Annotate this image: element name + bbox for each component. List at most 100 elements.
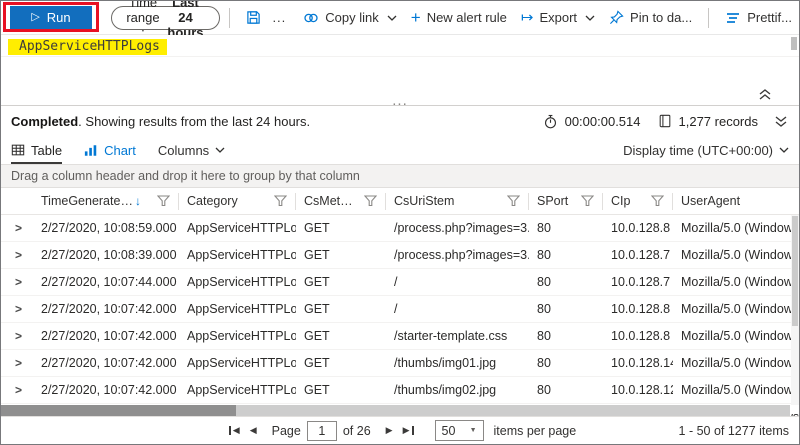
group-by-drop-zone[interactable]: Drag a column header and drop it here to… xyxy=(1,164,799,188)
editor-scrollbar-thumb[interactable] xyxy=(791,37,797,50)
column-header-cip[interactable]: CIp xyxy=(603,193,673,210)
prev-icon: ◀ xyxy=(250,425,257,436)
column-header-sport[interactable]: SPort xyxy=(529,193,603,210)
time-range-button[interactable]: Time range : Last 24 hours xyxy=(111,6,220,30)
query-line[interactable]: AppServiceHTTPLogs xyxy=(1,35,799,57)
table-row[interactable]: > 2/27/2020, 10:07:44.000 PM AppServiceH… xyxy=(1,269,799,296)
filter-icon[interactable] xyxy=(274,195,287,207)
tab-table[interactable]: Table xyxy=(11,136,62,164)
prev-icon: ◀ xyxy=(233,425,240,436)
cell-csmethod: GET xyxy=(296,302,386,316)
prettify-button[interactable]: Prettif... xyxy=(718,4,799,32)
table-row[interactable]: > 2/27/2020, 10:08:59.000 PM AppServiceH… xyxy=(1,215,799,242)
chevron-down-icon xyxy=(585,15,595,21)
previous-page-button[interactable]: ◀ xyxy=(245,423,262,438)
table-row[interactable]: > 2/27/2020, 10:08:39.000 PM AppServiceH… xyxy=(1,242,799,269)
copy-link-button[interactable]: Copy link xyxy=(296,4,403,32)
time-range-label: Time range : xyxy=(125,0,161,40)
pin-to-dashboard-label: Pin to da... xyxy=(630,10,692,25)
cell-useragent: Mozilla/5.0 (Windows N xyxy=(673,356,799,370)
table-row[interactable]: > 2/27/2020, 10:07:42.000 PM AppServiceH… xyxy=(1,323,799,350)
editor-scrollbar[interactable] xyxy=(791,37,798,101)
expand-results-button[interactable] xyxy=(773,114,789,129)
row-expander-icon[interactable]: > xyxy=(1,248,33,262)
cell-category: AppServiceHTTPLogs xyxy=(179,248,296,262)
export-button[interactable]: ↦ Export xyxy=(514,4,602,32)
plus-icon: + xyxy=(411,9,421,26)
column-header-csuristem[interactable]: CsUriStem xyxy=(386,193,529,210)
filter-icon[interactable] xyxy=(157,195,170,207)
column-header-useragent[interactable]: UserAgent xyxy=(673,193,799,210)
items-per-page-select[interactable]: 50 ▼ xyxy=(435,420,484,441)
cell-csuristem: / xyxy=(386,302,529,316)
cell-cip: 10.0.128.14 xyxy=(603,356,673,370)
last-page-bar-icon xyxy=(412,426,414,435)
cell-useragent: Mozilla/5.0 (Windows N xyxy=(673,248,799,262)
cell-sport: 80 xyxy=(529,383,603,397)
row-expander-icon[interactable]: > xyxy=(1,329,33,343)
vertical-scrollbar-thumb[interactable] xyxy=(792,216,798,326)
column-header-timegenerated[interactable]: TimeGenerated [UTC] ↓ xyxy=(33,193,179,210)
cell-csmethod: GET xyxy=(296,221,386,235)
page-label: Page xyxy=(272,424,301,438)
row-expander-icon[interactable]: > xyxy=(1,302,33,316)
expander-header-cell xyxy=(1,193,33,210)
cell-timegenerated: 2/27/2020, 10:07:42.000 PM xyxy=(33,383,179,397)
first-page-button[interactable]: ◀ xyxy=(224,423,245,438)
cell-useragent: Mozilla/5.0 (Windows N xyxy=(673,221,799,235)
columns-dropdown[interactable]: Columns xyxy=(158,143,225,158)
query-text-highlighted[interactable]: AppServiceHTTPLogs xyxy=(8,39,167,55)
row-expander-icon[interactable]: > xyxy=(1,275,33,289)
record-count: 1,277 records xyxy=(679,114,759,129)
run-button[interactable]: ▷ Run xyxy=(10,6,92,29)
play-icon: ▷ xyxy=(31,12,39,23)
sort-descending-icon[interactable]: ↓ xyxy=(135,194,141,208)
horizontal-scrollbar[interactable] xyxy=(1,405,790,416)
vertical-scrollbar[interactable] xyxy=(791,215,799,405)
editor-resize-handle[interactable]: ... xyxy=(392,97,408,105)
collapse-editor-button[interactable] xyxy=(757,87,773,102)
new-alert-rule-button[interactable]: + New alert rule xyxy=(404,4,514,32)
toolbar-divider xyxy=(708,8,709,28)
tab-table-label: Table xyxy=(31,143,62,158)
elapsed-time: 00:00:00.514 xyxy=(565,114,641,129)
cell-sport: 80 xyxy=(529,221,603,235)
cell-category: AppServiceHTTPLogs xyxy=(179,383,296,397)
results-range-label: 1 - 50 of 1277 items xyxy=(679,424,789,438)
display-time-dropdown[interactable]: Display time (UTC+00:00) xyxy=(623,143,789,158)
save-button[interactable] xyxy=(239,4,268,32)
table-row[interactable]: > 2/27/2020, 10:07:42.000 PM AppServiceH… xyxy=(1,350,799,377)
column-header-csmethod[interactable]: CsMethod xyxy=(296,193,386,210)
tab-chart[interactable]: Chart xyxy=(84,136,136,164)
next-icon: ▶ xyxy=(386,425,393,436)
query-editor[interactable]: AppServiceHTTPLogs ... xyxy=(1,35,799,105)
filter-icon[interactable] xyxy=(581,195,594,207)
table-header-row: TimeGenerated [UTC] ↓ Category CsMethod … xyxy=(1,188,799,215)
column-label: Category xyxy=(187,194,266,208)
display-time-label: Display time (UTC+00:00) xyxy=(623,143,773,158)
cell-category: AppServiceHTTPLogs xyxy=(179,275,296,289)
cell-cip: 10.0.128.12 xyxy=(603,383,673,397)
page-count-label: of 26 xyxy=(343,424,371,438)
cell-sport: 80 xyxy=(529,302,603,316)
table-row[interactable]: > 2/27/2020, 10:07:42.000 PM AppServiceH… xyxy=(1,296,799,323)
next-page-button[interactable]: ▶ xyxy=(381,423,398,438)
filter-icon[interactable] xyxy=(507,195,520,207)
toolbar-divider xyxy=(229,8,230,28)
cell-category: AppServiceHTTPLogs xyxy=(179,356,296,370)
pin-icon xyxy=(609,10,624,25)
prettify-icon xyxy=(725,12,741,24)
double-chevron-down-icon xyxy=(775,116,787,127)
filter-icon[interactable] xyxy=(364,195,377,207)
row-expander-icon[interactable]: > xyxy=(1,356,33,370)
row-expander-icon[interactable]: > xyxy=(1,383,33,397)
column-header-category[interactable]: Category xyxy=(179,193,296,210)
pin-to-dashboard-button[interactable]: Pin to da... xyxy=(602,4,699,32)
last-page-button[interactable]: ▶ xyxy=(398,423,419,438)
table-row[interactable]: > 2/27/2020, 10:07:42.000 PM AppServiceH… xyxy=(1,377,799,404)
save-overflow-button[interactable]: ... xyxy=(268,10,290,25)
page-number-input[interactable] xyxy=(307,421,337,441)
row-expander-icon[interactable]: > xyxy=(1,221,33,235)
filter-icon[interactable] xyxy=(651,195,664,207)
horizontal-scrollbar-thumb[interactable] xyxy=(1,405,236,416)
